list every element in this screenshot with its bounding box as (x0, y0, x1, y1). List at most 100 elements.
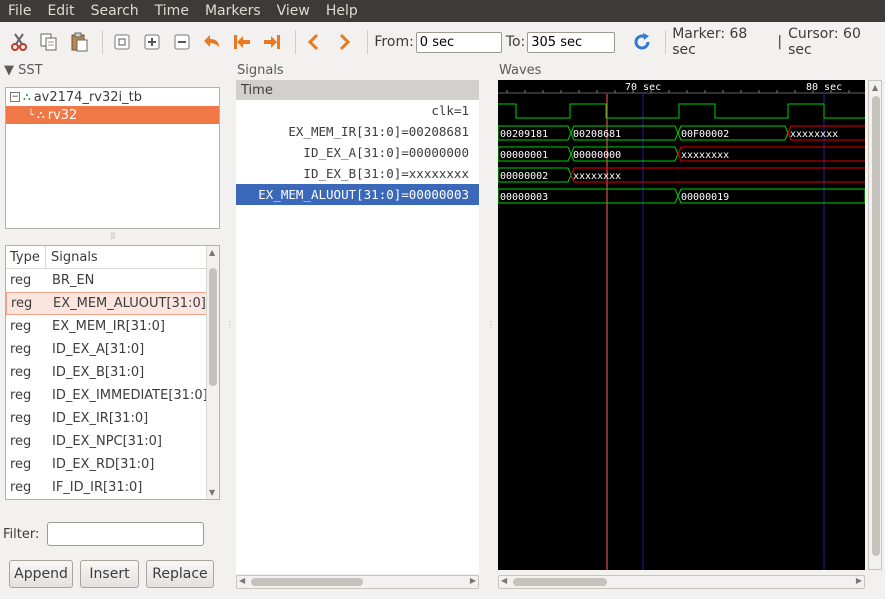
signals-panel-title: Signals (237, 63, 284, 78)
tree-node-label: rv32 (47, 107, 78, 123)
signal-row[interactable]: reg EX_MEM_ALUOUT[31:0] (6, 292, 219, 315)
bus-value: 00209181 (500, 129, 548, 140)
column-header-type[interactable]: Type (6, 246, 46, 268)
column-header-signals[interactable]: Signals (46, 250, 98, 265)
signal-row[interactable]: reg ID_EX_IMMEDIATE[31:0] (6, 384, 219, 407)
tree-node-tb[interactable]: − ⛬ av2174_rv32i_tb (6, 88, 219, 106)
waveform-canvas[interactable]: 70 sec 80 sec 00209181 00208681 00F00002… (498, 80, 865, 570)
sst-expander[interactable]: ▼ SST (4, 63, 43, 78)
signal-type: reg (10, 411, 32, 426)
zoom-out-icon[interactable] (169, 28, 195, 56)
scroll-down-icon[interactable]: ▼ (209, 488, 215, 497)
menu-time[interactable]: Time (147, 0, 197, 22)
zoom-fit-icon[interactable] (109, 28, 135, 56)
scrollbar-thumb[interactable] (251, 578, 363, 586)
paste-icon[interactable] (66, 28, 92, 56)
undo-zoom-icon[interactable] (199, 28, 225, 56)
id-ex-b-bus (498, 167, 865, 183)
scroll-right-icon[interactable]: ▶ (856, 576, 862, 585)
menu-search[interactable]: Search (83, 0, 147, 22)
bus-value: 00000000 (573, 150, 621, 161)
toolbar-separator (665, 30, 667, 54)
bus-value: 00F00002 (681, 129, 729, 140)
toolbar: From: To: Marker: 68 sec | Cursor: 60 se… (0, 22, 885, 62)
signal-name: ID_EX_IR[31:0] (52, 411, 149, 426)
bus-value: 00208681 (573, 129, 621, 140)
signal-value-row[interactable]: clk=1 (236, 100, 479, 121)
menu-file[interactable]: File (0, 0, 39, 22)
filter-label: Filter: (3, 527, 40, 542)
cut-icon[interactable] (6, 28, 32, 56)
signal-row[interactable]: reg ID_EX_IR[31:0] (6, 407, 219, 430)
append-button[interactable]: Append (9, 560, 73, 588)
signal-value-row[interactable]: EX_MEM_IR[31:0]=00208681 (236, 121, 479, 142)
signal-row[interactable]: reg EX_MEM_IR[31:0] (6, 315, 219, 338)
signal-row[interactable]: reg IF_ID_IR[31:0] (6, 476, 219, 499)
to-time-input[interactable] (527, 31, 616, 53)
signal-name: BR_EN (52, 273, 95, 288)
signal-row[interactable]: reg BR_EN (6, 269, 219, 292)
waves-hscrollbar[interactable]: ◀ ▶ (498, 575, 865, 589)
signals-hscrollbar[interactable]: ◀ ▶ (236, 575, 479, 589)
sst-signals-list: Type Signals reg BR_EN reg EX_MEM_ALUOUT[3… (5, 245, 220, 500)
menu-markers[interactable]: Markers (197, 0, 269, 22)
scroll-up-icon[interactable]: ▲ (209, 248, 215, 257)
tree-line-icon: └ (28, 109, 35, 121)
replace-button[interactable]: Replace (146, 560, 214, 588)
pane-splitter[interactable]: ⋮ (226, 320, 234, 329)
signal-row[interactable]: reg ID_EX_RD[31:0] (6, 453, 219, 476)
zoom-in-icon[interactable] (139, 28, 165, 56)
copy-icon[interactable] (36, 28, 62, 56)
scroll-left-icon[interactable]: ◀ (501, 576, 507, 585)
scroll-right-icon[interactable]: ▶ (470, 576, 476, 585)
signal-value-row[interactable]: EX_MEM_ALUOUT[31:0]=00000003 (236, 184, 479, 205)
collapse-box-icon[interactable]: − (10, 92, 20, 102)
from-time-input[interactable] (415, 31, 502, 53)
from-label: From: (374, 34, 414, 50)
signals-list-scrollbar[interactable]: ▲ ▼ (206, 246, 219, 499)
insert-button[interactable]: Insert (80, 560, 139, 588)
pane-splitter[interactable]: ⠿ (110, 232, 116, 241)
scrollbar-thumb[interactable] (513, 578, 607, 586)
pane-splitter[interactable]: ⋮ (487, 320, 495, 329)
scroll-left-icon[interactable]: ◀ (239, 576, 245, 585)
signal-value-row[interactable]: ID_EX_A[31:0]=00000000 (236, 142, 479, 163)
signal-row[interactable]: reg ID_EX_B[31:0] (6, 361, 219, 384)
waves-vscrollbar[interactable]: ▲ (868, 80, 882, 570)
menu-view[interactable]: View (269, 0, 318, 22)
time-label-70: 70 sec (625, 82, 661, 93)
sst-title: SST (18, 63, 43, 78)
signal-row[interactable]: reg ID_EX_A[31:0] (6, 338, 219, 361)
prev-edge-icon[interactable] (302, 28, 328, 56)
toolbar-separator (294, 30, 296, 54)
signal-type: reg (10, 342, 32, 357)
zoom-to-start-icon[interactable] (229, 28, 255, 56)
filter-input[interactable] (47, 522, 204, 546)
waveform-svg: 70 sec 80 sec 00209181 00208681 00F00002… (498, 82, 865, 570)
list-header: Type Signals (6, 246, 219, 269)
time-header[interactable]: Time (236, 80, 479, 100)
signal-type: reg (10, 319, 32, 334)
signal-row[interactable]: reg ID_EX_NPC[31:0] (6, 430, 219, 453)
reload-icon[interactable] (629, 28, 655, 56)
scrollbar-thumb[interactable] (872, 96, 880, 556)
scroll-up-icon[interactable]: ▲ (872, 83, 878, 92)
next-edge-icon[interactable] (331, 28, 357, 56)
menu-edit[interactable]: Edit (39, 0, 82, 22)
menu-help[interactable]: Help (318, 0, 366, 22)
bus-value: 00000002 (500, 171, 548, 182)
signal-name: ID_EX_B[31:0] (52, 365, 145, 380)
status-separator: | (777, 34, 783, 50)
zoom-to-end-icon[interactable] (259, 28, 285, 56)
module-icon: ⛬ (37, 108, 45, 121)
bus-value: xxxxxxxx (790, 129, 838, 140)
toolbar-separator (101, 30, 103, 54)
signal-value-row[interactable]: ID_EX_B[31:0]=xxxxxxxx (236, 163, 479, 184)
scrollbar-thumb[interactable] (209, 268, 217, 386)
sst-hierarchy-tree: − ⛬ av2174_rv32i_tb └ ⛬ rv32 (5, 87, 220, 229)
tree-node-rv32[interactable]: └ ⛬ rv32 (6, 106, 219, 124)
menu-bar: File Edit Search Time Markers View Help (0, 0, 885, 22)
expander-arrow-icon: ▼ (4, 63, 14, 78)
clk-waveform (498, 103, 865, 119)
marker-readout: Marker: 68 sec (672, 26, 748, 58)
